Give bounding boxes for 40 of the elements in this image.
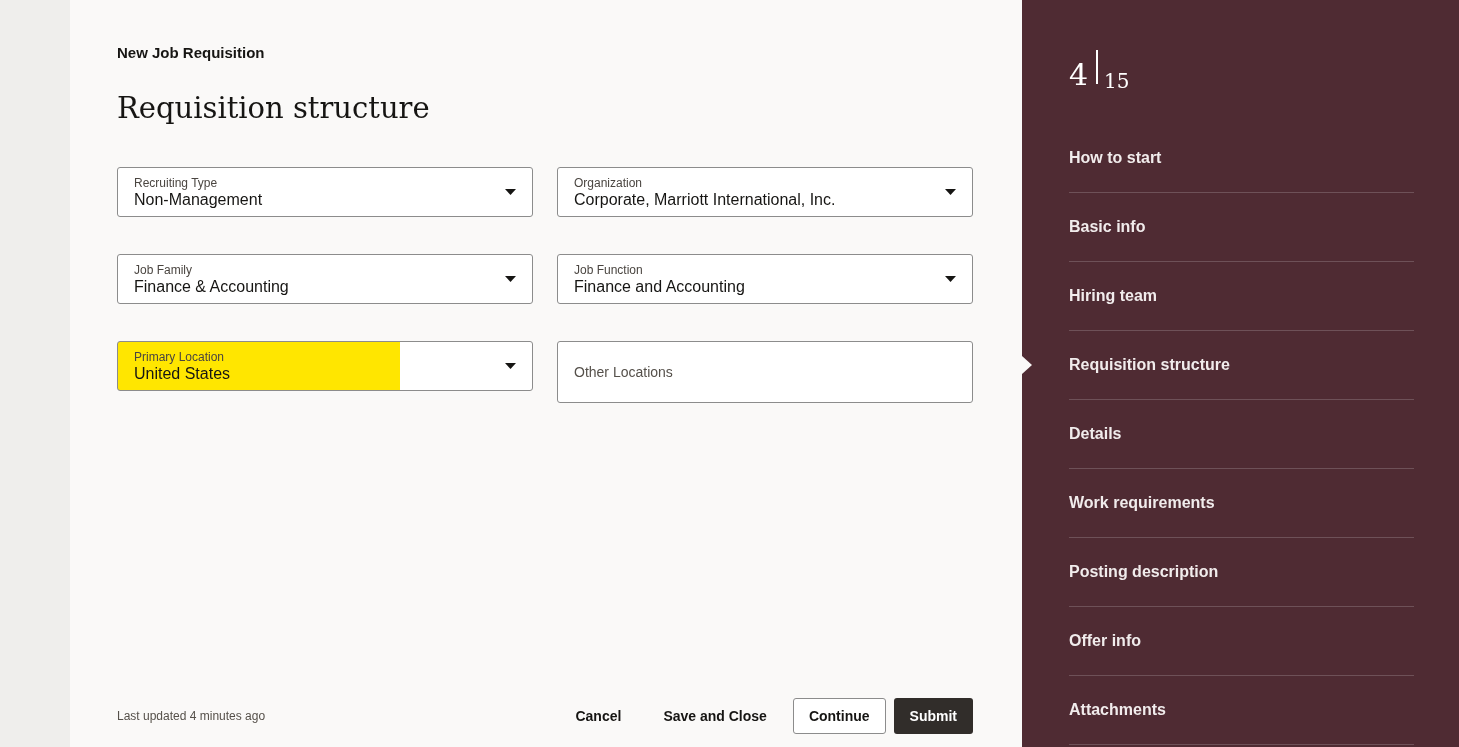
field-label: Job Family [134, 262, 193, 277]
caret-icon [505, 276, 516, 282]
step-link[interactable]: How to start [1069, 149, 1162, 167]
outline-button[interactable]: Continue [792, 698, 886, 734]
last-updated-text: Last updated 4 minutes ago [117, 709, 267, 723]
caret-icon [505, 363, 516, 369]
field-value: Non-Management [134, 190, 264, 209]
step-link[interactable]: Hiring team [1069, 287, 1157, 305]
field-label: Recruiting Type [134, 175, 219, 190]
step-link[interactable]: Posting description [1069, 563, 1219, 581]
dropdown-field[interactable]: Job Function Finance and Accounting [557, 254, 973, 304]
total-steps-number: 15 [1104, 70, 1130, 92]
step-link[interactable]: Basic info [1069, 218, 1146, 236]
text-button[interactable]: Cancel [559, 698, 638, 734]
field-value: United States [134, 364, 232, 383]
dropdown-field[interactable]: Primary Location United States [117, 341, 533, 391]
caret-icon [505, 189, 516, 195]
step-link[interactable]: Requisition structure [1069, 356, 1230, 374]
field-label: Job Function [574, 262, 644, 277]
current-step-number: 4 [1069, 58, 1089, 92]
input-field[interactable]: Other Locations [557, 341, 973, 403]
dropdown-field[interactable]: Job Family Finance & Accounting [117, 254, 533, 304]
field-value: Finance and Accounting [574, 276, 746, 296]
text-button[interactable]: Save and Close [647, 698, 783, 734]
field-label: Primary Location [134, 349, 226, 364]
field-value: Corporate, Marriott International, Inc. [574, 190, 837, 209]
dropdown-field[interactable]: Organization Corporate, Marriott International, Inc. [557, 167, 973, 217]
field-value: Finance & Accounting [134, 277, 290, 296]
step-link[interactable]: Details [1069, 425, 1122, 443]
page-title: Requisition structure [117, 91, 431, 125]
field-placeholder: Other Locations [574, 364, 674, 380]
step-link[interactable]: Work requirements [1069, 494, 1215, 512]
caret-icon [945, 276, 956, 282]
dropdown-field[interactable]: Recruiting Type Non-Management [117, 167, 533, 217]
field-label: Organization [574, 175, 644, 190]
caret-icon [945, 189, 956, 195]
step-link[interactable]: Attachments [1069, 701, 1166, 719]
submit-button[interactable]: Submit [893, 698, 973, 734]
step-link[interactable]: Offer info [1069, 632, 1141, 650]
page-subtitle: New Job Requisition [117, 44, 266, 61]
